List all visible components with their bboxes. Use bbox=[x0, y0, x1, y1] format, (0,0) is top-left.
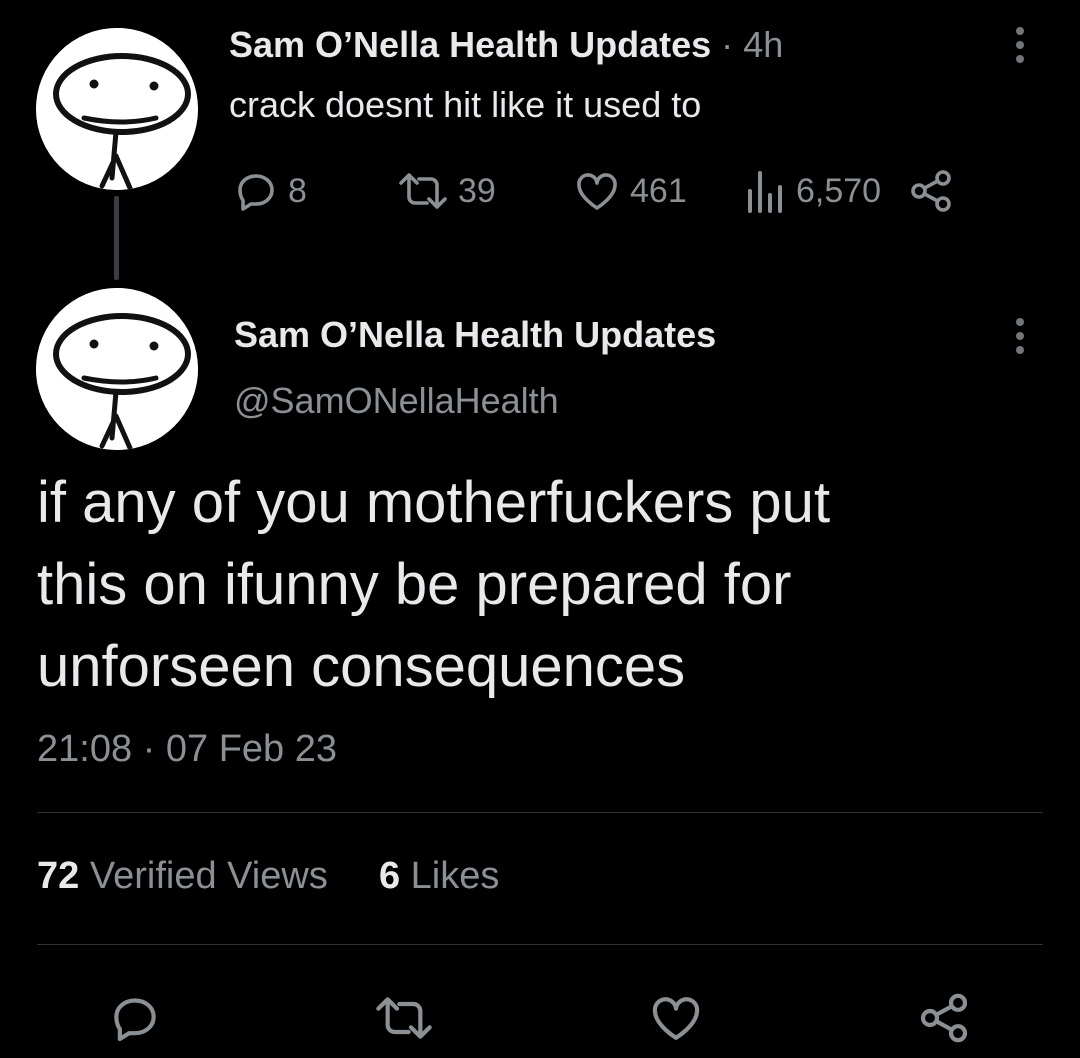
views-icon bbox=[748, 171, 782, 213]
verified-views-stat[interactable]: 72 Verified Views bbox=[37, 855, 338, 897]
tweet-text-line: unforseen consequences bbox=[37, 634, 686, 699]
thread-connector-line bbox=[114, 196, 119, 280]
reply-author-avatar[interactable] bbox=[36, 28, 198, 190]
share-icon bbox=[920, 993, 968, 1043]
reply-header: Sam O’Nella Health Updates · 4h bbox=[229, 24, 783, 66]
reply-icon bbox=[114, 998, 156, 1042]
views-stat-label: Verified Views bbox=[89, 855, 328, 897]
main-author-name[interactable]: Sam O’Nella Health Updates bbox=[234, 314, 716, 356]
reply-like-button[interactable]: 461 bbox=[572, 166, 687, 216]
likes-stat[interactable]: 6 Likes bbox=[379, 855, 499, 897]
reply-icon bbox=[238, 174, 274, 211]
tweet-text-line: if any of you motherfuckers put bbox=[37, 470, 831, 535]
main-like-button[interactable] bbox=[646, 990, 706, 1051]
share-icon bbox=[911, 170, 951, 212]
main-author-avatar[interactable] bbox=[36, 288, 198, 450]
timestamp-separator: · bbox=[142, 728, 156, 770]
main-share-button[interactable] bbox=[914, 990, 974, 1051]
divider-bottom bbox=[37, 944, 1043, 945]
main-retweet-button[interactable] bbox=[372, 990, 436, 1051]
reply-separator: · bbox=[721, 24, 734, 65]
reply-views-button[interactable]: 6,570 bbox=[744, 166, 881, 216]
tweet-date: 07 Feb 23 bbox=[165, 728, 338, 770]
likes-stat-label: Likes bbox=[410, 855, 500, 897]
likes-stat-count: 6 bbox=[378, 855, 401, 897]
heart-icon bbox=[577, 173, 617, 210]
main-more-icon[interactable] bbox=[1014, 318, 1026, 360]
reply-reply-button[interactable]: 8 bbox=[232, 166, 307, 216]
reply-retweet-button[interactable]: 39 bbox=[396, 166, 496, 216]
reply-text: crack doesnt hit like it used to bbox=[229, 84, 702, 125]
views-count: 6,570 bbox=[796, 171, 882, 210]
main-tweet-text: if any of you motherfuckers put this on … bbox=[37, 462, 1037, 708]
tweet-timestamp[interactable]: 21:08 · 07 Feb 23 bbox=[37, 728, 337, 771]
tweet-time: 21:08 bbox=[37, 728, 133, 770]
reply-share-button[interactable] bbox=[906, 166, 964, 216]
tweet-stats: 72 Verified Views 6 Likes bbox=[37, 855, 499, 898]
retweet-icon bbox=[376, 997, 432, 1039]
heart-icon bbox=[652, 997, 700, 1040]
retweet-count: 39 bbox=[458, 171, 496, 210]
views-stat-count: 72 bbox=[37, 855, 80, 897]
main-author-handle[interactable]: @SamONellaHealth bbox=[234, 380, 559, 422]
reply-more-icon[interactable] bbox=[1014, 27, 1026, 69]
retweet-icon bbox=[399, 173, 447, 209]
reply-author-name[interactable]: Sam O’Nella Health Updates bbox=[229, 24, 711, 65]
divider-top bbox=[37, 812, 1043, 813]
like-count: 461 bbox=[630, 171, 687, 210]
reply-time-ago[interactable]: 4h bbox=[743, 24, 783, 65]
tweet-text-line: this on ifunny be prepared for bbox=[37, 552, 792, 617]
reply-count: 8 bbox=[288, 171, 307, 210]
main-reply-button[interactable] bbox=[106, 990, 164, 1051]
